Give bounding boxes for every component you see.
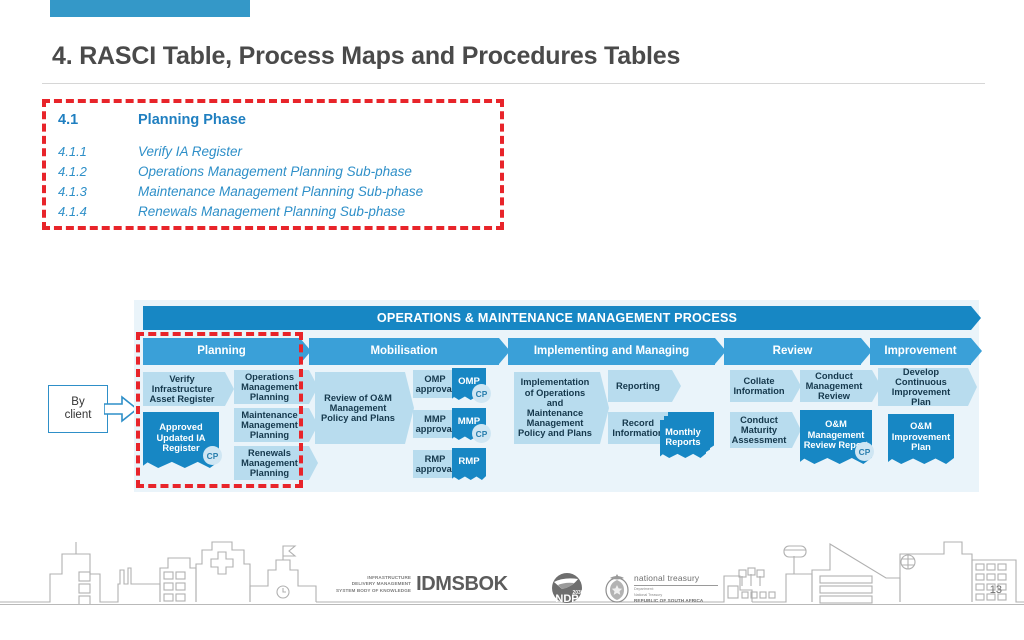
by-client-line1: By [71, 395, 85, 408]
phase-header-implementing[interactable]: Implementing and Managing [508, 338, 726, 365]
national-treasury-logo: national treasury Department: National T… [604, 572, 718, 604]
step-review-om-management-policy-and-plans[interactable]: Review of O&M Management Policy and Plan… [315, 372, 414, 444]
idmsbok-logo: INFRASTRUCTURE DELIVERY MANAGEMENT SYSTE… [336, 573, 508, 596]
toc-item-label: Operations Management Planning Sub-phase [138, 164, 412, 179]
step-renewals-management-planning[interactable]: Renewals Management Planning [234, 446, 318, 480]
idmsbok-line-1: INFRASTRUCTURE [367, 574, 412, 580]
coat-of-arms-icon [605, 574, 629, 603]
diagram-title-bar: OPERATIONS & MAINTENANCE MANAGEMENT PROC… [143, 306, 981, 330]
phase-header-improvement[interactable]: Improvement [870, 338, 982, 365]
toc-item-number: 4.1.4 [58, 204, 87, 219]
toc-item-number: 4.1.1 [58, 144, 87, 159]
national-treasury-rule [634, 584, 718, 586]
toc-heading-text: Planning Phase [138, 112, 246, 128]
footer-divider [0, 604, 1024, 605]
control-point-badge: CP [472, 424, 491, 443]
idmsbok-line-2: DELIVERY MANAGEMENT [351, 581, 412, 587]
arrow-right-icon [104, 395, 138, 423]
step-conduct-maturity-assessment[interactable]: Conduct Maturity Assessment [730, 412, 801, 448]
step-operations-management-planning[interactable]: Operations Management Planning [234, 370, 318, 404]
svg-text:2030: 2030 [572, 590, 583, 596]
page-number: 13 [989, 584, 1002, 596]
idmsbok-line-3: SYSTEM BODY OF KNOWLEDGE [336, 587, 412, 593]
phase-header-planning[interactable]: Planning [143, 338, 311, 365]
document-rmp[interactable]: RMP [452, 448, 486, 480]
step-conduct-management-review[interactable]: Conduct Management Review [800, 370, 881, 402]
title-divider [42, 83, 985, 84]
document-monthly-reports[interactable]: Monthly Reports [660, 420, 706, 458]
operations-maintenance-process-diagram: OPERATIONS & MAINTENANCE MANAGEMENT PROC… [134, 300, 982, 492]
toc-item-label: Renewals Management Planning Sub-phase [138, 204, 406, 219]
planning-phase-outline-box: 4.1 Planning Phase 4.1.1 Verify IA Regis… [42, 99, 504, 230]
toc-item-label: Verify IA Register [138, 144, 243, 159]
page-title: 4. RASCI Table, Process Maps and Procedu… [52, 42, 681, 70]
top-accent-bar [50, 0, 250, 17]
toc-item-number: 4.1.2 [58, 164, 87, 179]
city-skyline-graphic [0, 541, 1024, 604]
step-maintenance-management-planning[interactable]: Maintenance Management Planning [234, 408, 318, 442]
phase-header-mobilisation[interactable]: Mobilisation [309, 338, 510, 365]
toc-heading-number: 4.1 [58, 112, 79, 128]
control-point-badge: CP [472, 384, 491, 403]
step-collate-information[interactable]: Collate Information [730, 370, 801, 402]
national-treasury-sub3: REPUBLIC OF SOUTH AFRICA [634, 597, 704, 603]
idmsbok-wordmark: IDMSBOK [416, 573, 508, 595]
toc-item-label: Maintenance Management Planning Sub-phas… [138, 184, 424, 199]
control-point-badge: CP [203, 446, 222, 465]
step-reporting[interactable]: Reporting [608, 370, 681, 402]
by-client-line2: client [64, 409, 92, 421]
step-develop-continuous-improvement-plan[interactable]: Develop Continuous Improvement Plan [878, 367, 977, 407]
control-point-badge: CP [855, 442, 874, 461]
ndp-logo: NDP 2030 [552, 573, 584, 605]
national-treasury-title: national treasury [634, 573, 700, 584]
step-verify-infrastructure-asset-register[interactable]: Verify Infrastructure Asset Register [143, 372, 234, 406]
phase-header-review[interactable]: Review [724, 338, 872, 365]
toc-item-number: 4.1.3 [58, 184, 87, 199]
step-implementation-of-operations-and-maintenance[interactable]: Implementation of Operations and Mainten… [514, 372, 609, 444]
by-client-callout: By client [48, 385, 108, 433]
document-om-improvement-plan[interactable]: O&M Improvement Plan [888, 414, 954, 464]
